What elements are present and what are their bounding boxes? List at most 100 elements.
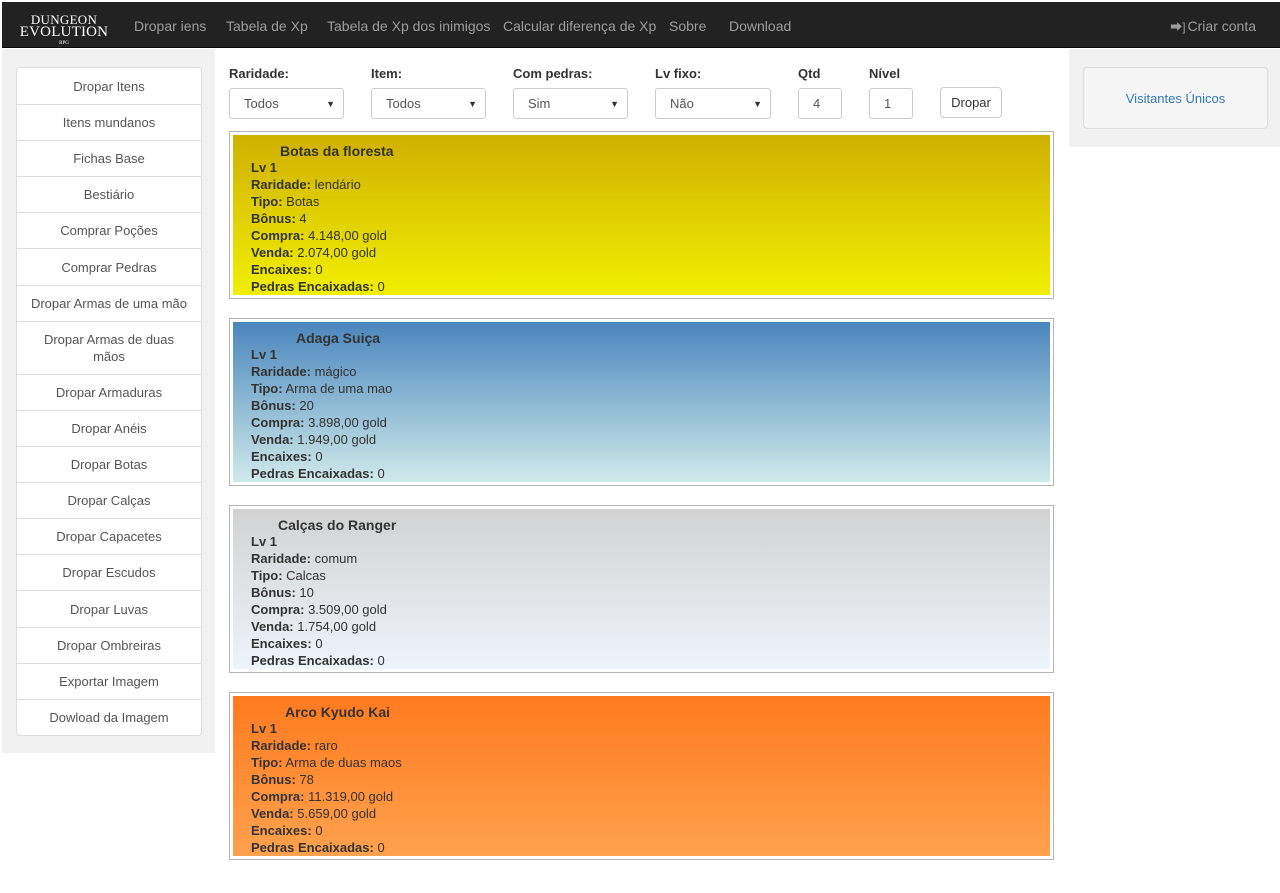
encaixes-key: Encaixes: bbox=[251, 823, 312, 838]
venda-key: Venda: bbox=[251, 806, 294, 821]
tipo-key: Tipo: bbox=[251, 381, 283, 396]
caret-down-icon: ▼ bbox=[753, 98, 762, 109]
sidebar-item-armaduras[interactable]: Dropar Armaduras bbox=[17, 374, 201, 410]
item-card: Adaga Suiça Lv 1 Raridade: mágico Tipo: … bbox=[229, 318, 1054, 486]
sidebar-item-ombreiras[interactable]: Dropar Ombreiras bbox=[17, 627, 201, 663]
brand-logo[interactable]: Dungeon Evolution RPG bbox=[18, 13, 110, 46]
lv-fixo-value: Não bbox=[670, 96, 694, 111]
compra-key: Compra: bbox=[251, 228, 305, 243]
item-label: Item: bbox=[371, 66, 403, 81]
nav-tabela-xp-inimigos[interactable]: Tabela de Xp dos inimigos bbox=[327, 18, 490, 34]
pedras-key: Pedras Encaixadas: bbox=[251, 279, 374, 294]
pedras-val: 0 bbox=[377, 653, 385, 668]
tipo-val: Botas bbox=[286, 194, 320, 209]
sidebar-item-fichas-base[interactable]: Fichas Base bbox=[17, 140, 201, 176]
sidebar-item-luvas[interactable]: Dropar Luvas bbox=[17, 590, 201, 627]
compra-val: 11.319,00 gold bbox=[308, 789, 394, 804]
raridade-val: raro bbox=[314, 738, 338, 753]
item-level: Lv 1 bbox=[251, 160, 278, 175]
bonus-val: 10 bbox=[299, 585, 314, 600]
raridade-key: Raridade: bbox=[251, 551, 311, 566]
nav-dropar-iens[interactable]: Dropar iens bbox=[134, 18, 206, 34]
sidebar-item-armas-uma-mao[interactable]: Dropar Armas de uma mão bbox=[17, 285, 201, 321]
criar-conta-link[interactable]: ⮕] Criar conta bbox=[1170, 18, 1256, 35]
compra-val: 4.148,00 gold bbox=[308, 228, 387, 243]
venda-val: 2.074,00 gold bbox=[297, 245, 377, 260]
qtd-input[interactable]: 4 bbox=[798, 88, 842, 119]
bonus-key: Bônus: bbox=[251, 585, 296, 600]
pedras-key: Pedras Encaixadas: bbox=[251, 466, 374, 481]
venda-val: 1.754,00 gold bbox=[297, 619, 377, 634]
bonus-val: 4 bbox=[299, 211, 307, 226]
sidebar-item-comprar-pocoes[interactable]: Comprar Poções bbox=[17, 212, 201, 248]
sidebar-item-armas-duas-maos[interactable]: Dropar Armas de duas mãos bbox=[17, 321, 201, 374]
nivel-label: Nível bbox=[869, 66, 901, 81]
venda-val: 5.659,00 gold bbox=[297, 806, 377, 821]
encaixes-key: Encaixes: bbox=[251, 636, 312, 651]
lv-fixo-label: Lv fixo: bbox=[655, 66, 702, 81]
sidebar-item-itens-mundanos[interactable]: Itens mundanos bbox=[17, 104, 201, 140]
caret-down-icon: ▼ bbox=[468, 98, 477, 109]
nav-sobre[interactable]: Sobre bbox=[669, 18, 706, 34]
raridade-select[interactable]: Todos ▼ bbox=[229, 88, 344, 119]
bonus-key: Bônus: bbox=[251, 398, 296, 413]
dropar-button[interactable]: Dropar bbox=[940, 87, 1002, 118]
raridade-value: Todos bbox=[244, 96, 279, 111]
sidebar-item-calcas[interactable]: Dropar Calças bbox=[17, 482, 201, 518]
sidebar-item-dropar-itens[interactable]: Dropar Itens bbox=[17, 68, 201, 104]
left-sidebar: Dropar Itens Itens mundanos Fichas Base … bbox=[2, 49, 215, 753]
item-level: Lv 1 bbox=[251, 347, 278, 362]
pedras-val: 0 bbox=[377, 466, 385, 481]
raridade-key: Raridade: bbox=[251, 364, 311, 379]
bonus-key: Bônus: bbox=[251, 772, 296, 787]
item-level: Lv 1 bbox=[251, 721, 278, 736]
sidebar-item-exportar-imagem[interactable]: Exportar Imagem bbox=[17, 663, 201, 699]
sidebar-item-download-imagem[interactable]: Dowload da Imagem bbox=[17, 699, 201, 735]
bonus-val: 78 bbox=[299, 772, 314, 787]
qtd-label: Qtd bbox=[798, 66, 821, 81]
pedras-select[interactable]: Sim ▼ bbox=[513, 88, 628, 119]
tipo-key: Tipo: bbox=[251, 755, 283, 770]
item-level: Lv 1 bbox=[251, 534, 278, 549]
nav-download[interactable]: Download bbox=[729, 18, 791, 34]
bonus-key: Bônus: bbox=[251, 211, 296, 226]
nav-calcular-diferenca-xp[interactable]: Calcular diferença de Xp bbox=[503, 18, 656, 34]
item-select[interactable]: Todos ▼ bbox=[371, 88, 486, 119]
sidebar-item-botas[interactable]: Dropar Botas bbox=[17, 446, 201, 482]
encaixes-key: Encaixes: bbox=[251, 449, 312, 464]
tipo-val: Calcas bbox=[286, 568, 326, 583]
nav-tabela-xp[interactable]: Tabela de Xp bbox=[226, 18, 308, 34]
visitantes-unicos-link[interactable]: Visitantes Únicos bbox=[1083, 67, 1268, 129]
nivel-input[interactable]: 1 bbox=[869, 88, 913, 119]
encaixes-val: 0 bbox=[315, 449, 323, 464]
item-card: Calças do Ranger Lv 1 Raridade: comum Ti… bbox=[229, 505, 1054, 673]
raridade-val: mágico bbox=[314, 364, 357, 379]
venda-key: Venda: bbox=[251, 432, 294, 447]
compra-key: Compra: bbox=[251, 789, 305, 804]
caret-down-icon: ▼ bbox=[610, 98, 619, 109]
item-name: Adaga Suiça bbox=[296, 330, 381, 346]
venda-val: 1.949,00 gold bbox=[297, 432, 377, 447]
tipo-val: Arma de duas maos bbox=[285, 755, 402, 770]
pedras-value: Sim bbox=[528, 96, 551, 111]
sidebar-item-comprar-pedras[interactable]: Comprar Pedras bbox=[17, 248, 201, 285]
encaixes-key: Encaixes: bbox=[251, 262, 312, 277]
brand-line3: RPG bbox=[59, 41, 69, 46]
pedras-key: Pedras Encaixadas: bbox=[251, 840, 374, 855]
compra-val: 3.509,00 gold bbox=[308, 602, 387, 617]
sidebar-item-capacetes[interactable]: Dropar Capacetes bbox=[17, 518, 201, 554]
raridade-val: lendário bbox=[314, 177, 361, 192]
lv-fixo-select[interactable]: Não ▼ bbox=[655, 88, 771, 119]
pedras-key: Pedras Encaixadas: bbox=[251, 653, 374, 668]
sidebar-item-escudos[interactable]: Dropar Escudos bbox=[17, 554, 201, 590]
sidebar-item-aneis[interactable]: Dropar Anéis bbox=[17, 410, 201, 446]
sidebar-item-bestiario[interactable]: Bestiário bbox=[17, 176, 201, 212]
item-name: Calças do Ranger bbox=[278, 517, 397, 533]
compra-key: Compra: bbox=[251, 602, 305, 617]
raridade-label: Raridade: bbox=[229, 66, 289, 81]
item-name: Arco Kyudo Kai bbox=[285, 704, 391, 720]
pedras-label: Com pedras: bbox=[513, 66, 593, 81]
compra-key: Compra: bbox=[251, 415, 305, 430]
venda-key: Venda: bbox=[251, 619, 294, 634]
item-name: Botas da floresta bbox=[280, 143, 394, 159]
